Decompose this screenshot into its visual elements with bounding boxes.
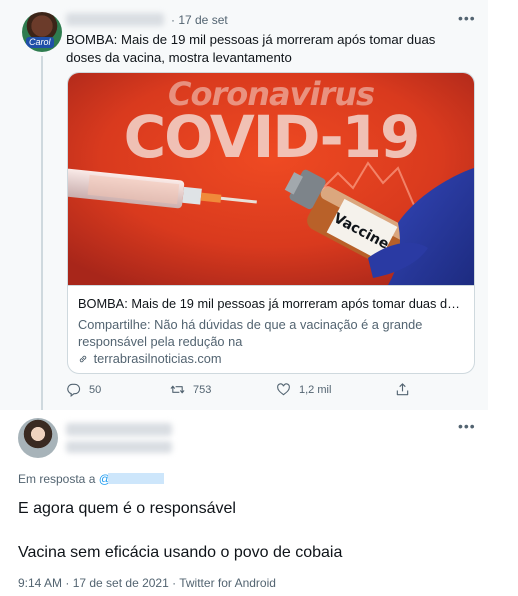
card-domain-text: terrabrasilnoticias.com (93, 351, 222, 366)
reply-text-line1: E agora quem é o responsável (18, 500, 236, 517)
share-button[interactable] (395, 382, 418, 397)
reply-icon (67, 383, 81, 397)
replying-to: Em resposta a @ (18, 472, 111, 486)
replying-to-label: Em resposta a (18, 472, 96, 486)
retweet-count: 753 (193, 383, 212, 396)
more-dots-icon[interactable]: ••• (458, 10, 476, 26)
card-title[interactable]: BOMBA: Mais de 19 mil pessoas já morrera… (78, 296, 466, 312)
link-icon (79, 355, 87, 363)
like-button[interactable]: 1,2 mil (276, 382, 331, 397)
card-domain[interactable]: terrabrasilnoticias.com (78, 351, 222, 367)
author-avatar[interactable]: Carol (22, 12, 62, 52)
card-meta[interactable]: BOMBA: Mais de 19 mil pessoas já morrera… (68, 285, 474, 366)
retweet-icon (170, 385, 185, 394)
more-dots-icon[interactable]: ••• (458, 418, 476, 434)
tweet-text: BOMBA: Mais de 19 mil pessoas já morrera… (66, 32, 436, 65)
parent-tweet[interactable]: Carol · 17 de set ••• BOMBA: Mais de 19 … (0, 0, 488, 410)
like-count: 1,2 mil (299, 383, 332, 396)
card-description: Compartilhe: Não há dúvidas de que a vac… (78, 317, 423, 349)
image-headline-main: COVID-19 (123, 103, 421, 171)
author-name-redacted[interactable] (66, 13, 164, 26)
reply-author-handle-redacted[interactable] (66, 441, 172, 453)
reply-text-line2: Vacina sem eficácia usando o povo de cob… (18, 544, 343, 561)
reply-author-name-redacted[interactable] (66, 423, 172, 436)
replying-to-handle-redacted[interactable] (108, 473, 164, 484)
heart-icon (277, 383, 290, 396)
thread-line (41, 56, 43, 410)
link-card[interactable]: Vaccine Coronavirus COVID-19 BOMBA: Mais… (67, 72, 475, 374)
reply-meta[interactable]: 9:14 AM · 17 de set de 2021 · Twitter fo… (18, 576, 276, 590)
reply-count: 50 (89, 383, 102, 396)
avatar-tag: Carol (26, 37, 54, 48)
retweet-button[interactable]: 753 (170, 382, 211, 397)
share-icon (396, 383, 409, 396)
reply-button[interactable]: 50 (66, 382, 101, 397)
tweet-actions: 50 753 1,2 mil (66, 382, 416, 402)
card-image: Vaccine Coronavirus COVID-19 (68, 73, 474, 285)
tweet-date[interactable]: · 17 de set (171, 13, 228, 27)
reply-author-avatar[interactable] (18, 418, 58, 458)
